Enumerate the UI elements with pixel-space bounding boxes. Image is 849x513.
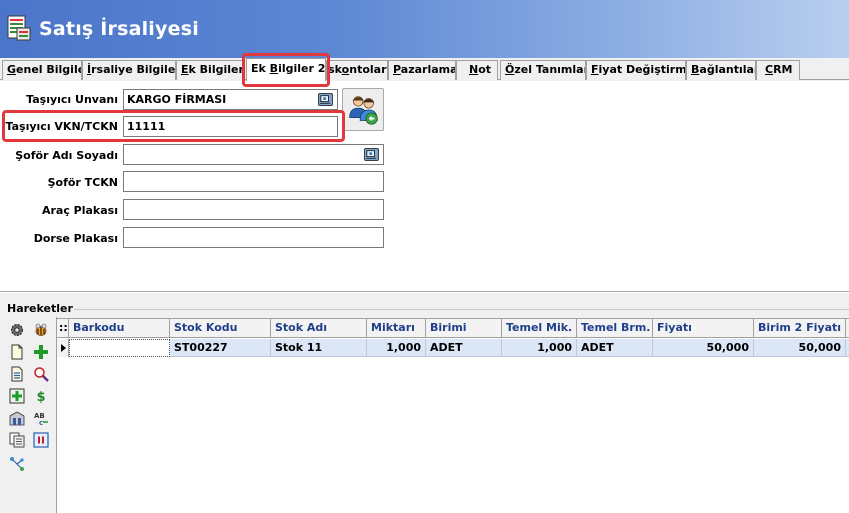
cell-birimi[interactable]: ADET: [426, 339, 502, 357]
sofor-tckn-input[interactable]: [123, 171, 384, 192]
hareketler-toolbar: $ AB c: [6, 317, 56, 513]
table-row[interactable]: ST00227 Stok 11 1,000 ADET 1,000 ADET 50…: [57, 339, 849, 357]
dorse-plakasi-input[interactable]: [123, 227, 384, 248]
col-barkodu-header[interactable]: Barkodu: [69, 319, 170, 338]
users-icon: [349, 96, 378, 125]
hareketler-group-line: [74, 309, 849, 310]
tab-not[interactable]: Not: [456, 60, 498, 80]
grid-header: :: Barkodu Stok Kodu Stok Adı Miktarı Bi…: [57, 319, 849, 338]
title-bar: Satış İrsaliyesi: [0, 0, 849, 58]
tasiyici-users-button[interactable]: [342, 88, 384, 131]
cell-stok-adi[interactable]: Stok 11: [271, 339, 367, 357]
tab-ek-bilgiler-2[interactable]: Ek Bilgiler 2: [246, 58, 326, 81]
tab-strip: Genel Bilgiler İrsaliye Bilgileri Ek Bil…: [0, 58, 849, 81]
col-birimi-header[interactable]: Birimi: [426, 319, 502, 338]
hareketler-label: Hareketler: [7, 302, 73, 315]
cell-barkodu[interactable]: [69, 339, 170, 357]
tab-pazarlama[interactable]: Pazarlama: [388, 60, 456, 80]
row-indicator-arrow-icon: [57, 339, 69, 357]
new-document-icon[interactable]: [9, 344, 25, 360]
tab-ek-bilgiler-1[interactable]: Ek Bilgiler 1: [176, 60, 244, 80]
dollar-price-icon[interactable]: $: [33, 388, 49, 404]
sofor-adi-input[interactable]: [123, 144, 384, 165]
col-birim2-fiyati-header[interactable]: Birim 2 Fiyatı: [754, 319, 846, 338]
tab-fiyat-degistirme[interactable]: Fiyat Değiştirme: [586, 60, 686, 80]
cell-stok-kodu[interactable]: ST00227: [170, 339, 271, 357]
col-temel-mik-header[interactable]: Temel Mik.: [502, 319, 577, 338]
cell-miktari[interactable]: 1,000: [367, 339, 426, 357]
arac-plakasi-input[interactable]: [123, 199, 384, 220]
window-title: Satış İrsaliyesi: [39, 18, 199, 40]
invoice-app-icon: [7, 15, 31, 41]
pause-box-icon[interactable]: [33, 432, 49, 448]
tasiyici-unvani-label: Taşıyıcı Unvanı: [26, 93, 118, 106]
search-zoom-icon[interactable]: [33, 366, 49, 382]
satis-irsaliyesi-window: Satış İrsaliyesi Genel Bilgiler İrsaliye…: [0, 0, 849, 513]
tab-crm[interactable]: CRM: [756, 60, 800, 80]
connect-nodes-icon[interactable]: [9, 456, 25, 472]
cell-temel-mik[interactable]: 1,000: [502, 339, 577, 357]
col-fiyati-header[interactable]: Fiyatı: [653, 319, 754, 338]
col-miktari-header[interactable]: Miktarı: [367, 319, 426, 338]
col-temel-brm-header[interactable]: Temel Brm.: [577, 319, 653, 338]
tab-iskontolar[interactable]: İskontolar: [326, 60, 388, 80]
col-stok-kodu-header[interactable]: Stok Kodu: [170, 319, 271, 338]
svg-text:c: c: [39, 419, 43, 426]
settings-gear-icon[interactable]: [9, 322, 25, 338]
text-abc-icon[interactable]: AB c: [33, 410, 49, 426]
tasiyici-lookup-icon[interactable]: [318, 93, 333, 106]
dorse-plakasi-label: Dorse Plakası: [33, 232, 118, 245]
hareketler-grid: :: Barkodu Stok Kodu Stok Adı Miktarı Bi…: [57, 318, 849, 513]
cell-fiyati[interactable]: 50,000: [653, 339, 754, 357]
add-row-icon[interactable]: [9, 388, 25, 404]
svg-text:$: $: [36, 390, 45, 404]
bee-icon[interactable]: [33, 322, 49, 338]
tab-irsaliye-bilgileri[interactable]: İrsaliye Bilgileri: [82, 60, 176, 80]
edit-document-icon[interactable]: [9, 366, 25, 382]
tasiyici-vkn-input[interactable]: [123, 116, 338, 137]
tab-baglantilar[interactable]: Bağlantılar: [686, 60, 756, 80]
tasiyici-unvani-input[interactable]: [123, 89, 338, 110]
grid-header-indicator: ::: [57, 319, 69, 338]
cell-birim2-fiyati[interactable]: 50,000: [754, 339, 846, 357]
tab-genel-bilgiler[interactable]: Genel Bilgiler: [2, 60, 82, 80]
col-stok-adi-header[interactable]: Stok Adı: [271, 319, 367, 338]
sofor-lookup-icon[interactable]: [364, 148, 379, 161]
arac-plakasi-label: Araç Plakası: [41, 204, 118, 217]
tab-ozel-tanimlar[interactable]: Özel Tanımlar: [500, 60, 586, 80]
warehouse-icon[interactable]: [9, 410, 25, 426]
tasiyici-vkn-label: Taşıyıcı VKN/TCKN: [5, 120, 118, 133]
add-plus-icon[interactable]: [33, 344, 49, 360]
section-separator: [0, 291, 849, 293]
sofor-adi-label: Şoför Adı Soyadı: [15, 149, 118, 162]
copy-documents-icon[interactable]: [9, 432, 25, 448]
sofor-tckn-label: Şoför TCKN: [47, 176, 118, 189]
cell-temel-brm[interactable]: ADET: [577, 339, 653, 357]
